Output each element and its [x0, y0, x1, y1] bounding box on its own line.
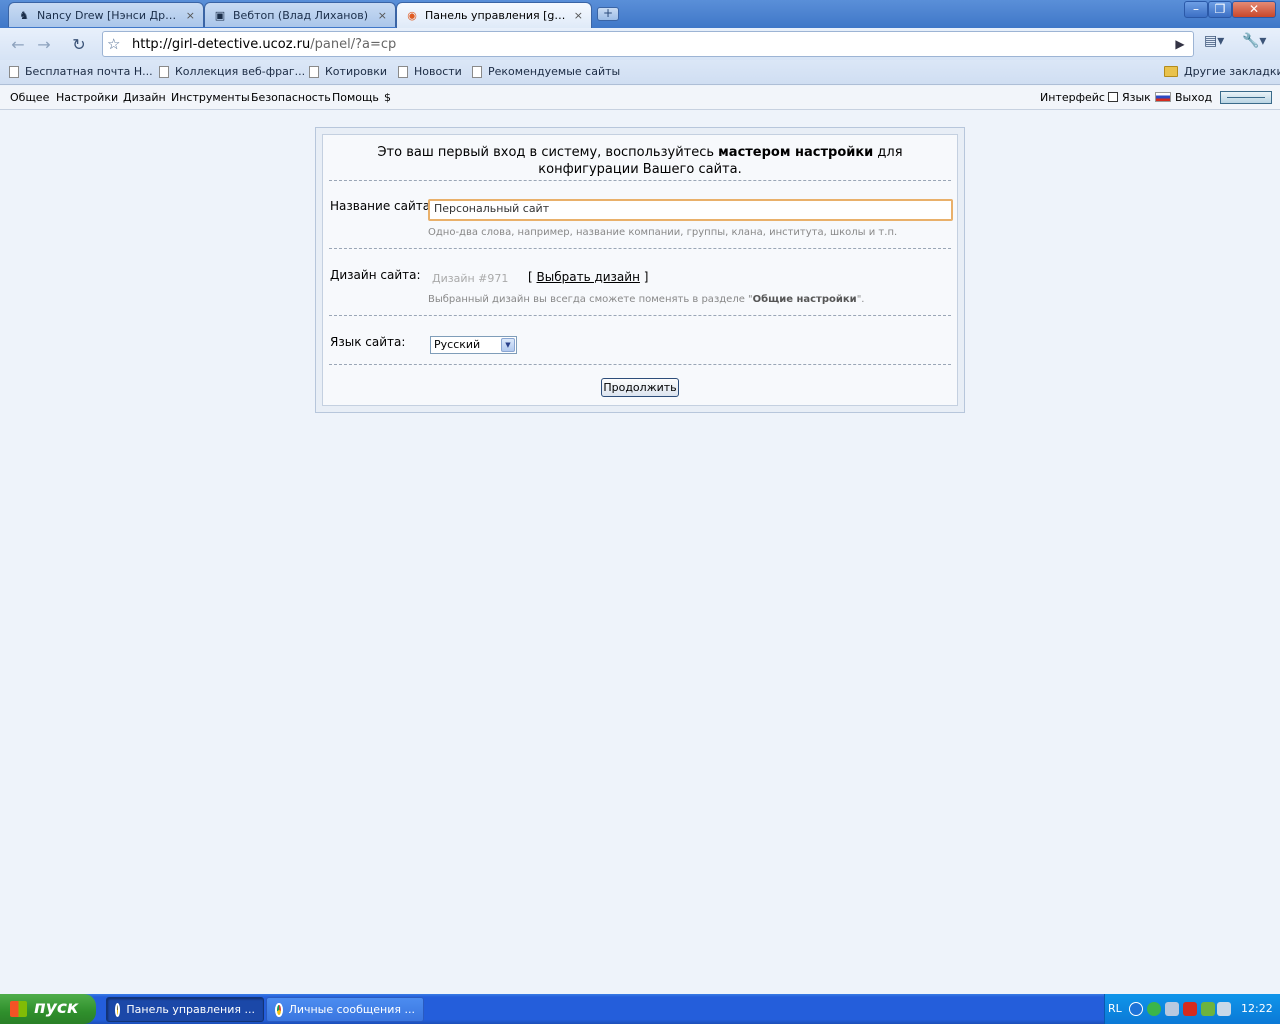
window-close-button[interactable]: ✕ [1232, 1, 1276, 18]
bookmark-item[interactable]: Рекомендуемые сайты [472, 65, 620, 78]
windows-taskbar: пуск Панель управления ... Личные сообще… [0, 994, 1280, 1024]
bookmark-item[interactable]: Бесплатная почта Н... [9, 65, 153, 78]
reload-icon: ↻ [72, 34, 86, 54]
tab-close-icon[interactable]: × [574, 9, 583, 22]
browser-tab-strip: ♞ Nancy Drew [Нэнси Дрю] ... × ▣ Вебтоп … [0, 0, 1280, 28]
other-bookmarks[interactable]: Другие закладки [1164, 65, 1280, 78]
nancy-drew-favicon-icon: ♞ [19, 8, 29, 22]
tab-nancy-drew[interactable]: ♞ Nancy Drew [Нэнси Дрю] ... × [8, 2, 204, 27]
divider [329, 364, 951, 365]
page-icon [398, 65, 408, 78]
logout-link[interactable]: Выход [1175, 91, 1212, 104]
divider [329, 248, 951, 249]
chevron-down-icon: ▼ [501, 338, 515, 352]
choose-design-link[interactable]: Выбрать дизайн [537, 270, 640, 284]
site-name-hint: Одно-два слова, например, название компа… [428, 227, 898, 238]
menu-design[interactable]: Дизайн [123, 91, 166, 104]
selected-language: Русский [434, 338, 481, 351]
tray-arrow-icon[interactable] [1129, 1002, 1143, 1016]
restore-button[interactable]: ❐ [1208, 1, 1232, 18]
continue-button[interactable]: Продолжить [601, 378, 679, 397]
back-arrow-icon: ← [11, 34, 25, 54]
taskbar-item-control-panel[interactable]: Панель управления ... [106, 997, 264, 1022]
tray-app-icon[interactable] [1201, 1002, 1215, 1016]
taskbar-item-messages[interactable]: Личные сообщения ... [266, 997, 424, 1022]
tab-close-icon[interactable]: × [186, 9, 195, 22]
wizard-intro: Это ваш первый вход в систему, воспользу… [377, 145, 903, 177]
page-icon [9, 65, 19, 78]
tab-title: Nancy Drew [Нэнси Дрю] ... [37, 8, 180, 22]
bookmarks-bar: Бесплатная почта Н... Коллекция веб-фраг… [0, 60, 1280, 85]
system-tray: RL 12:22 [1104, 994, 1280, 1024]
windows-logo-icon [10, 1001, 27, 1017]
start-button[interactable]: пуск [0, 994, 96, 1024]
chrome-icon [115, 1002, 121, 1017]
forward-arrow-icon: → [37, 34, 51, 54]
tab-title: Панель управления [girl-d... [425, 9, 568, 22]
chrome-icon [275, 1002, 283, 1017]
network-icon[interactable] [1165, 1002, 1179, 1016]
volume-icon[interactable] [1217, 1002, 1231, 1016]
page-menu-icon[interactable]: ▤▾ [1204, 33, 1224, 49]
page-icon [159, 65, 169, 78]
site-name-label: Название сайта: [330, 199, 435, 213]
page-icon [472, 65, 482, 78]
ucoz-favicon-icon: ◉ [407, 9, 417, 22]
site-name-input[interactable]: Персональный сайт [428, 199, 953, 221]
setup-wizard-body: Это ваш первый вход в систему, воспользу… [322, 134, 958, 406]
panel-slider[interactable] [1220, 91, 1272, 104]
bookmark-item[interactable]: Коллекция веб-фраг... [159, 65, 305, 78]
menu-help[interactable]: Помощь [332, 91, 379, 104]
divider [329, 180, 951, 181]
menu-settings[interactable]: Настройки [56, 91, 118, 104]
clock: 12:22 [1241, 1002, 1273, 1015]
new-tab-button[interactable]: + [597, 7, 619, 21]
address-bar[interactable]: ☆ http://girl-detective.ucoz.ru/panel/?a… [102, 31, 1194, 57]
divider [329, 315, 951, 316]
minimize-button[interactable]: – [1184, 1, 1208, 18]
webtop-favicon-icon: ▣ [214, 8, 226, 22]
language-switch[interactable]: Язык [1122, 91, 1171, 104]
back-button[interactable]: ← [6, 33, 30, 55]
tab-title: Вебтоп (Влад Лиханов) [233, 8, 369, 22]
menu-security[interactable]: Безопасность [251, 91, 331, 104]
russian-flag-icon [1154, 92, 1171, 102]
site-language-select[interactable]: Русский ▼ [430, 336, 517, 354]
tab-control-panel[interactable]: ◉ Панель управления [girl-d... × [396, 2, 592, 28]
reload-button[interactable]: ↻ [67, 33, 91, 55]
url-text: http://girl-detective.ucoz.ru/panel/?a=c… [132, 37, 397, 52]
menu-dollar[interactable]: $ [384, 91, 391, 104]
panel-menu: Общее Настройки Дизайн Инструменты Безоп… [0, 86, 1280, 110]
menu-tools[interactable]: Инструменты [171, 91, 250, 104]
site-design-label: Дизайн сайта: [330, 268, 421, 282]
forward-button[interactable]: → [32, 33, 56, 55]
current-design-value: Дизайн #971 [432, 272, 509, 285]
browser-toolbar: ← → ↻ ☆ http://girl-detective.ucoz.ru/pa… [0, 28, 1280, 60]
menu-general[interactable]: Общее [10, 91, 49, 104]
go-button[interactable]: ▶ [1169, 34, 1191, 54]
page-icon [309, 65, 319, 78]
bookmark-item[interactable]: Котировки [309, 65, 387, 78]
setup-wizard-dialog: Это ваш первый вход в систему, воспользу… [315, 127, 965, 413]
antivirus-icon[interactable] [1183, 1002, 1197, 1016]
keyboard-language[interactable]: RL [1108, 1002, 1122, 1015]
design-hint: Выбранный дизайн вы всегда сможете помен… [428, 294, 865, 305]
folder-icon [1164, 66, 1178, 77]
tab-webtop[interactable]: ▣ Вебтоп (Влад Лиханов) × [204, 2, 396, 27]
wrench-menu-icon[interactable]: 🔧▾ [1242, 33, 1266, 49]
site-language-label: Язык сайта: [330, 335, 406, 349]
tray-green-icon[interactable] [1147, 1002, 1161, 1016]
interface-toggle[interactable]: Интерфейс [1040, 91, 1118, 104]
choose-design: [ Выбрать дизайн ] [528, 270, 649, 284]
bookmark-star-icon[interactable]: ☆ [107, 35, 120, 53]
interface-square-icon [1107, 92, 1118, 102]
tab-close-icon[interactable]: × [378, 9, 387, 22]
bookmark-item[interactable]: Новости [398, 65, 462, 78]
